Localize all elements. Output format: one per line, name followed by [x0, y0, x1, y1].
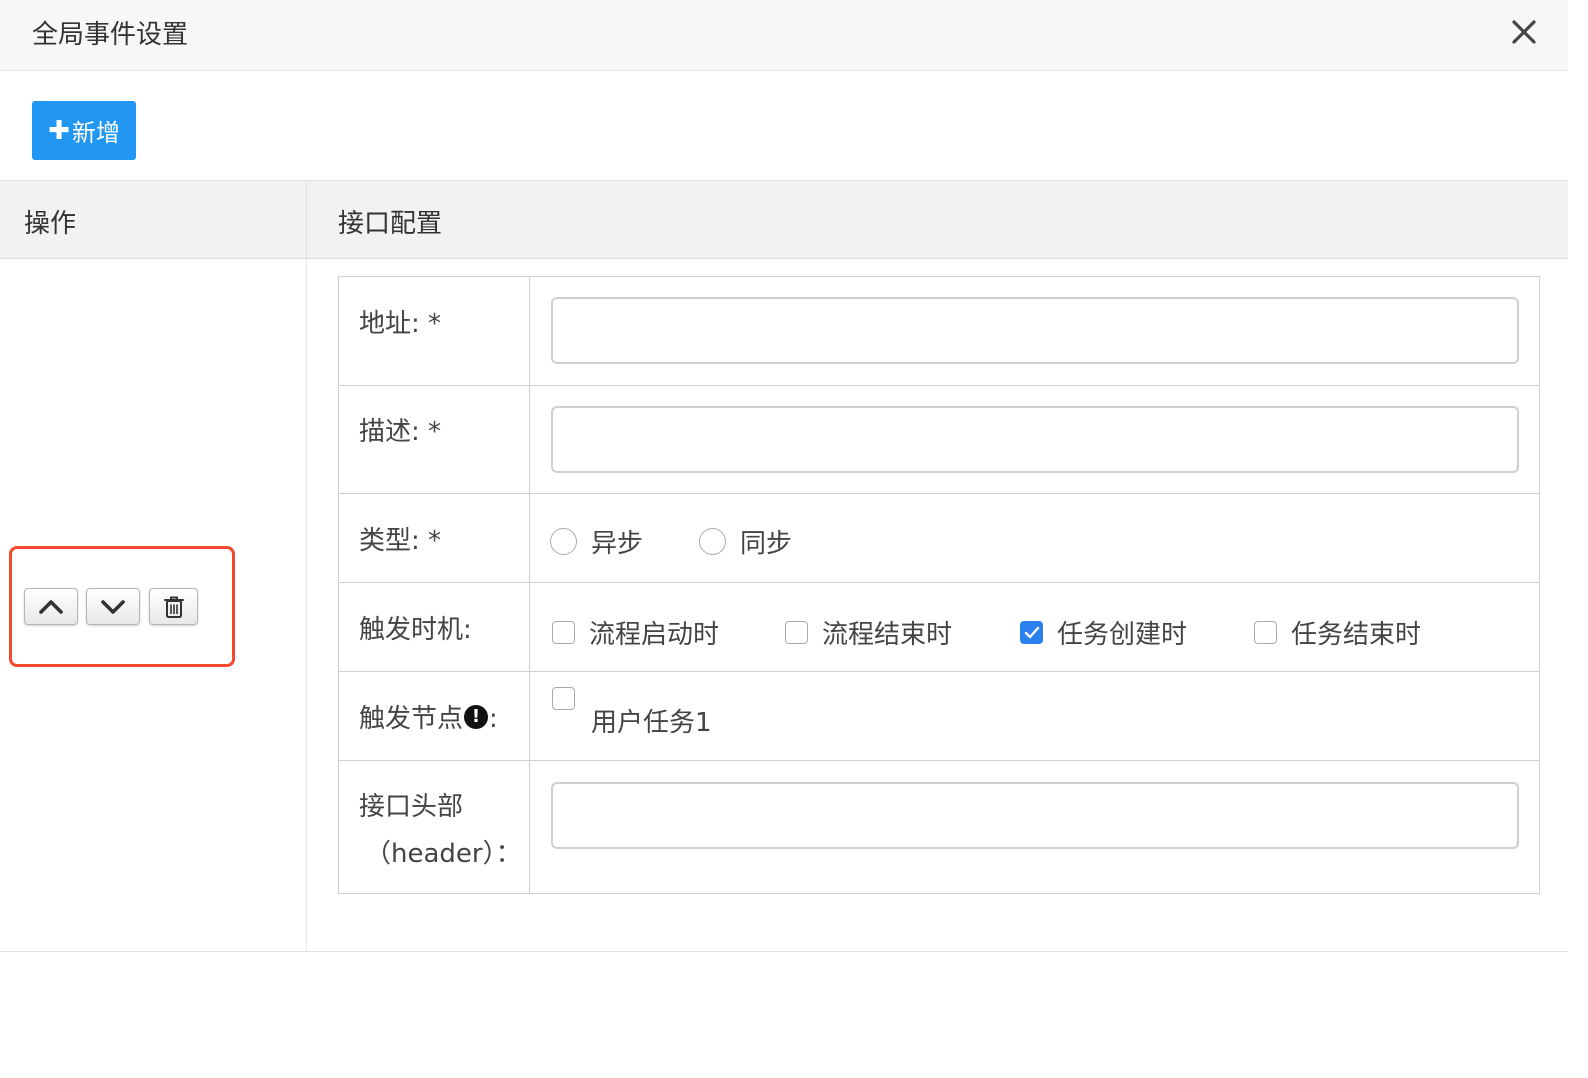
- close-icon: [1512, 20, 1536, 44]
- chevron-up-icon: [39, 599, 63, 614]
- address-label: 地址: *: [359, 309, 442, 339]
- type-label: 类型: *: [359, 526, 442, 556]
- trash-icon: [163, 596, 184, 618]
- trigger-process-start[interactable]: 流程启动时: [552, 614, 719, 651]
- trigger-process-end[interactable]: 流程结束时: [785, 614, 952, 651]
- grid-header: 操作 接口配置: [0, 180, 1568, 259]
- checkbox-checked[interactable]: [1020, 621, 1043, 644]
- description-input[interactable]: [551, 406, 1519, 473]
- add-button[interactable]: ✚ 新增: [32, 101, 136, 160]
- plus-icon: ✚: [48, 115, 70, 146]
- dialog-header: 全局事件设置: [0, 0, 1568, 71]
- chevron-down-icon: [101, 599, 125, 614]
- trigger-time-label: 触发时机:: [359, 615, 472, 645]
- config-column-header: 接口配置: [338, 209, 443, 239]
- type-row: 类型: * 异步 同步: [339, 494, 1539, 583]
- dialog-title: 全局事件设置: [32, 20, 189, 50]
- move-up-button[interactable]: [24, 588, 78, 625]
- info-alert-icon: !: [464, 704, 489, 729]
- description-row: 描述: *: [339, 386, 1539, 494]
- move-down-button[interactable]: [86, 588, 140, 625]
- address-row: 地址: *: [339, 277, 1539, 386]
- trigger-node-row: 触发节点!: 用户任务1: [339, 672, 1539, 761]
- headers-label-line1: 接口头部: [359, 792, 464, 822]
- add-button-label: 新增: [71, 119, 120, 147]
- trigger-task-create[interactable]: 任务创建时: [1020, 614, 1187, 651]
- type-option-sync[interactable]: 同步: [699, 523, 792, 560]
- trigger-node-user-task[interactable]: [552, 687, 575, 710]
- type-option-async[interactable]: 异步: [550, 523, 643, 560]
- headers-label-line2: （header）：: [365, 839, 522, 869]
- close-button[interactable]: [1506, 14, 1542, 50]
- checkbox[interactable]: [1254, 621, 1277, 644]
- trigger-time-row: 触发时机: 流程启动时 流程结束时 任务创建时 任务结束时: [339, 583, 1539, 672]
- user-task-label: 用户任务1: [591, 708, 712, 738]
- operations-column-header: 操作: [24, 209, 77, 239]
- trigger-task-end[interactable]: 任务结束时: [1254, 614, 1421, 651]
- checkmark-icon: [1024, 626, 1039, 638]
- headers-row: 接口头部 （header）：: [339, 761, 1539, 893]
- config-table: 地址: * 描述: * 类型: * 异步 同步 触发时机: 流程启动时 流程结束…: [338, 276, 1540, 894]
- column-divider: [306, 181, 307, 259]
- radio-button[interactable]: [699, 528, 726, 555]
- delete-button[interactable]: [149, 588, 198, 625]
- checkbox[interactable]: [785, 621, 808, 644]
- address-input[interactable]: [551, 297, 1519, 364]
- description-label: 描述: *: [359, 417, 442, 447]
- headers-input[interactable]: [551, 782, 1519, 849]
- checkbox[interactable]: [552, 621, 575, 644]
- grid-bottom-border: [0, 951, 1568, 952]
- radio-button[interactable]: [550, 528, 577, 555]
- checkbox[interactable]: [552, 687, 575, 710]
- trigger-node-label: 触发节点!:: [359, 704, 498, 734]
